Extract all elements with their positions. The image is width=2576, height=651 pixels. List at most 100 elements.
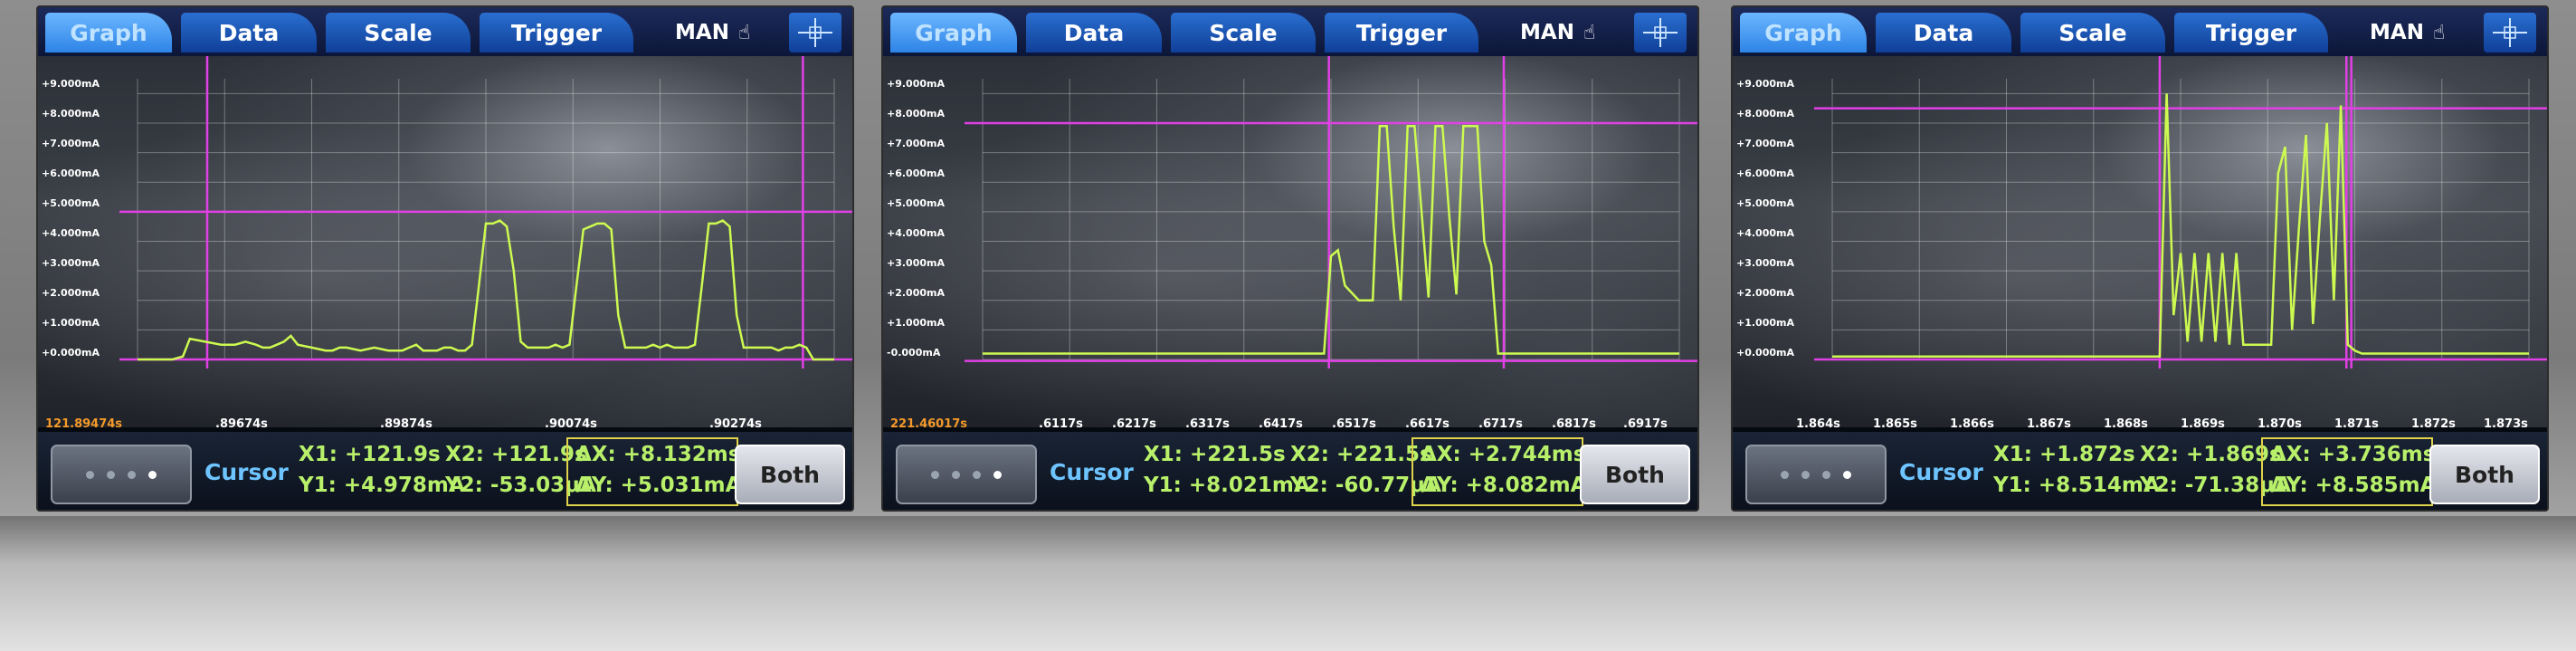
tab-graph[interactable]: Graph bbox=[890, 13, 1017, 53]
x-tick-label: .6417s bbox=[1259, 417, 1303, 431]
x-axis-labels: 121.89474s .89674s .89874s .90074s .9027… bbox=[45, 417, 762, 431]
y-tick-label: +1.000mA bbox=[887, 317, 945, 329]
instrument-screen-1: Graph Data Scale Trigger MAN ☝ +9.000mA … bbox=[36, 5, 854, 512]
y-tick-label: +7.000mA bbox=[42, 138, 100, 149]
trigger-mode-label: MAN bbox=[675, 21, 729, 44]
page-dot-active bbox=[1843, 470, 1851, 479]
y-axis-labels: +9.000mA +8.000mA +7.000mA +6.000mA +5.0… bbox=[42, 78, 100, 359]
x-tick-label: 1.872s bbox=[2411, 417, 2456, 431]
cursor-y1: Y1: +8.021mA bbox=[1144, 474, 1310, 497]
plot-area[interactable]: +9.000mA +8.000mA +7.000mA +6.000mA +5.0… bbox=[1733, 56, 2547, 432]
cursor-readout-bar: Cursor X1: +1.872s Y1: +8.514mA X2: +1.8… bbox=[1733, 432, 2547, 510]
x-tick-label: 121.89474s bbox=[45, 417, 122, 431]
tab-graph[interactable]: Graph bbox=[45, 13, 172, 53]
y-axis-labels: +9.000mA +8.000mA +7.000mA +6.000mA +5.0… bbox=[1736, 78, 1794, 359]
y-tick-label: +2.000mA bbox=[887, 287, 945, 299]
trigger-mode[interactable]: MAN ☝ bbox=[2370, 13, 2445, 53]
x-tick-label: 1.865s bbox=[1873, 417, 1917, 431]
trigger-mode[interactable]: MAN ☝ bbox=[1520, 13, 1595, 53]
both-button[interactable]: Both bbox=[2429, 445, 2540, 504]
x-axis-labels: 221.46017s .6117s .6217s .6317s .6417s .… bbox=[890, 417, 1668, 431]
x-tick-label: .6517s bbox=[1332, 417, 1376, 431]
cursor-y1: Y1: +4.978mA bbox=[299, 474, 465, 497]
crosshair-icon bbox=[1643, 18, 1678, 47]
crosshair-icon bbox=[2493, 18, 2527, 47]
page-dot bbox=[973, 470, 981, 479]
both-button[interactable]: Both bbox=[1580, 445, 1690, 504]
instrument-screen-2: Graph Data Scale Trigger MAN ☝ +9.000mA … bbox=[881, 5, 1699, 512]
crosshair-button[interactable] bbox=[789, 13, 841, 53]
cursor-label: Cursor bbox=[1050, 459, 1134, 485]
x-tick-label: .89674s bbox=[215, 417, 268, 431]
page-dots-button[interactable] bbox=[1745, 445, 1887, 504]
cursor-x1: X1: +1.872s bbox=[1993, 443, 2135, 466]
x-tick-label: .6717s bbox=[1478, 417, 1523, 431]
y-tick-label: +7.000mA bbox=[1736, 138, 1794, 149]
y-tick-label: +4.000mA bbox=[1736, 227, 1794, 239]
page-dots-button[interactable] bbox=[896, 445, 1037, 504]
y-tick-label: +5.000mA bbox=[887, 197, 945, 209]
bezel bbox=[861, 516, 1715, 651]
page-dot bbox=[952, 470, 960, 479]
cursor-readout-bar: Cursor X1: +221.5s Y1: +8.021mA X2: +221… bbox=[883, 432, 1697, 510]
x-axis-labels: 1.864s 1.865s 1.866s 1.867s 1.868s 1.869… bbox=[1796, 417, 2528, 431]
y-tick-label: +0.000mA bbox=[42, 347, 100, 359]
tab-scale[interactable]: Scale bbox=[2020, 13, 2165, 53]
screen-panel-1: Graph Data Scale Trigger MAN ☝ +9.000mA … bbox=[0, 0, 861, 651]
y-tick-label: +9.000mA bbox=[42, 78, 100, 90]
plot-area[interactable]: +9.000mA +8.000mA +7.000mA +6.000mA +5.0… bbox=[38, 56, 852, 432]
y-tick-label: +0.000mA bbox=[1736, 347, 1794, 359]
instrument-screen-3: Graph Data Scale Trigger MAN ☝ +9.000mA … bbox=[1731, 5, 2549, 512]
hand-pointer-icon: ☝ bbox=[2432, 21, 2446, 44]
page-dots-button[interactable] bbox=[51, 445, 192, 504]
page-dot bbox=[86, 470, 94, 479]
y-tick-label: +9.000mA bbox=[1736, 78, 1794, 90]
cursor-x1: X1: +221.5s bbox=[1144, 443, 1286, 466]
x-tick-label: 1.868s bbox=[2104, 417, 2148, 431]
both-button[interactable]: Both bbox=[735, 445, 845, 504]
cursor-delta-y: ΔY: +8.082mA bbox=[1421, 474, 1587, 497]
tab-trigger[interactable]: Trigger bbox=[1325, 13, 1478, 53]
hand-pointer-icon: ☝ bbox=[1583, 21, 1596, 44]
x-tick-label: .6617s bbox=[1405, 417, 1450, 431]
tab-data[interactable]: Data bbox=[1026, 13, 1162, 53]
y-tick-label: +5.000mA bbox=[42, 197, 100, 209]
page-dot bbox=[1781, 470, 1789, 479]
x-tick-label: .6817s bbox=[1552, 417, 1596, 431]
page-dot bbox=[128, 470, 136, 479]
page-dot bbox=[1801, 470, 1810, 479]
tab-trigger[interactable]: Trigger bbox=[2174, 13, 2328, 53]
y-tick-label: +3.000mA bbox=[887, 257, 945, 269]
tab-scale[interactable]: Scale bbox=[326, 13, 471, 53]
plot-area[interactable]: +9.000mA +8.000mA +7.000mA +6.000mA +5.0… bbox=[883, 56, 1697, 432]
tab-scale[interactable]: Scale bbox=[1171, 13, 1316, 53]
trigger-mode[interactable]: MAN ☝ bbox=[675, 13, 750, 53]
cursor-y1: Y1: +8.514mA bbox=[1993, 474, 2160, 497]
crosshair-button[interactable] bbox=[1634, 13, 1687, 53]
cursor-delta-y: ΔY: +8.585mA bbox=[2270, 474, 2437, 497]
x-tick-label: .90274s bbox=[709, 417, 762, 431]
x-tick-label: .6917s bbox=[1623, 417, 1668, 431]
x-tick-label: 1.870s bbox=[2258, 417, 2302, 431]
grid bbox=[137, 79, 835, 360]
grid bbox=[982, 79, 1680, 360]
tab-data[interactable]: Data bbox=[1876, 13, 2011, 53]
page-dot-active bbox=[993, 470, 1002, 479]
x-tick-label: 1.869s bbox=[2181, 417, 2225, 431]
tab-graph[interactable]: Graph bbox=[1740, 13, 1867, 53]
tab-trigger[interactable]: Trigger bbox=[480, 13, 633, 53]
page-dot bbox=[1822, 470, 1830, 479]
cursor-label: Cursor bbox=[1899, 459, 1983, 485]
y-tick-label: +1.000mA bbox=[42, 317, 100, 329]
y-tick-label: +6.000mA bbox=[1736, 168, 1794, 179]
x-tick-label: 1.864s bbox=[1796, 417, 1840, 431]
crosshair-button[interactable] bbox=[2484, 13, 2536, 53]
y-axis-labels: +9.000mA +8.000mA +7.000mA +6.000mA +5.0… bbox=[887, 78, 945, 359]
tab-data[interactable]: Data bbox=[181, 13, 317, 53]
y-tick-label: +5.000mA bbox=[1736, 197, 1794, 209]
y-tick-label: +7.000mA bbox=[887, 138, 945, 149]
page-dot bbox=[107, 470, 115, 479]
y-tick-label: +6.000mA bbox=[887, 168, 945, 179]
x-tick-label: .90074s bbox=[545, 417, 597, 431]
crosshair-icon bbox=[798, 18, 832, 47]
